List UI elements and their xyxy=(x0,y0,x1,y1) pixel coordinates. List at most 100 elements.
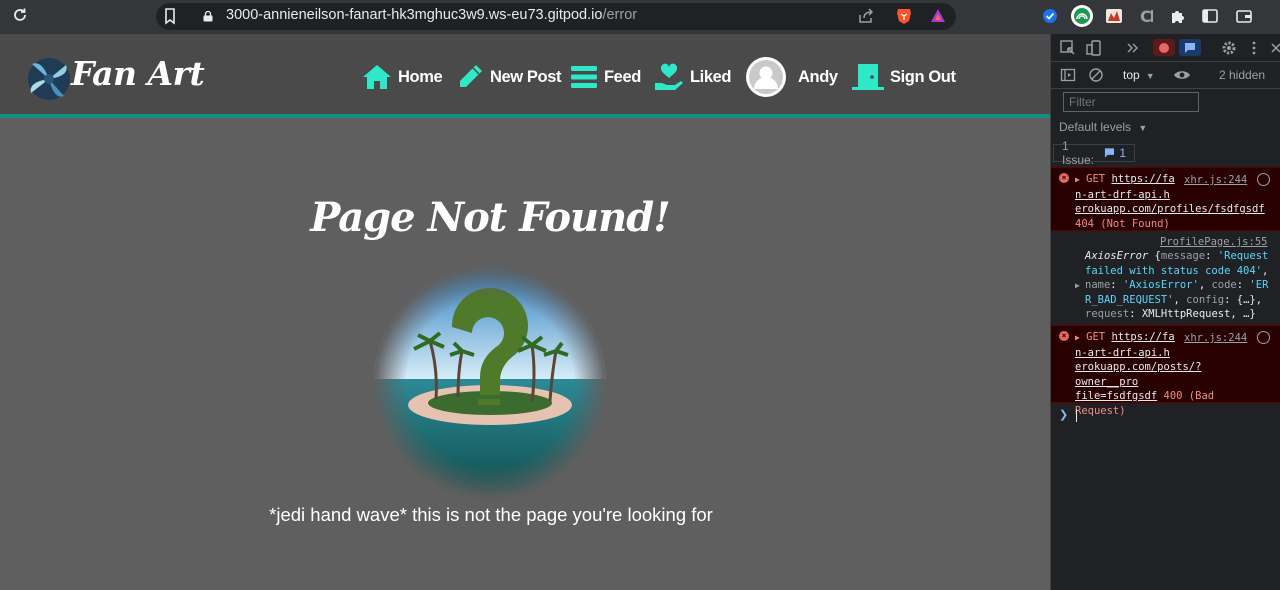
url-path: /error xyxy=(602,7,638,23)
filter-input[interactable] xyxy=(1063,92,1199,112)
clock-icon[interactable] xyxy=(1257,173,1270,186)
clock-icon[interactable] xyxy=(1257,331,1270,344)
dropdown-arrow-icon: ▼ xyxy=(1145,71,1155,81)
source-link[interactable]: ProfilePage.js:55 xyxy=(1160,235,1267,250)
pen-icon xyxy=(460,65,482,87)
not-found-message: *jedi hand wave* this is not the page yo… xyxy=(269,504,713,525)
console-error-message[interactable]: × ▶ GET https://fa n-art-drf-api.h eroku… xyxy=(1051,325,1280,417)
puzzle-icon[interactable] xyxy=(1168,6,1188,26)
error-icon xyxy=(1159,42,1169,53)
nav-feed[interactable]: Feed xyxy=(570,62,641,92)
url-text[interactable]: 3000-annieneilson-fanart-hk3mghuc3w9.ws-… xyxy=(226,7,637,23)
object-value: 'Request xyxy=(1217,250,1269,262)
source-link[interactable]: xhr.js:244 xyxy=(1184,331,1247,346)
object-value: R_BAD_REQUEST' xyxy=(1085,293,1174,306)
console-log-message[interactable]: ProfilePage.js:55 AxiosError {message: '… xyxy=(1051,233,1280,325)
nav-new-post[interactable]: New Post xyxy=(456,62,561,92)
nav-sign-out-label: Sign Out xyxy=(890,67,956,86)
extension-code-icon[interactable]: C xyxy=(1138,6,1158,26)
device-toolbar-icon[interactable] xyxy=(1085,39,1103,57)
inspect-icon[interactable] xyxy=(1059,39,1077,57)
brave-shield-icon[interactable] xyxy=(894,6,914,26)
not-found-image xyxy=(374,267,606,499)
navbar: Fan Art Home New Post Feed Liked Andy Si… xyxy=(0,34,1050,118)
request-url-2[interactable]: n-art-drf-api.h xyxy=(1075,347,1170,359)
devtools-panel: top ▼ 2 hidden Default levels ▼ 1 Issue:… xyxy=(1050,34,1280,590)
request-url-1[interactable]: https://fa xyxy=(1111,173,1174,185)
logo-icon[interactable] xyxy=(26,56,72,102)
extension-fox-icon[interactable] xyxy=(1104,6,1124,26)
message-icon xyxy=(1185,42,1195,53)
console-prompt[interactable]: ❯ xyxy=(1059,408,1078,422)
extension-rss-icon[interactable] xyxy=(1070,4,1094,28)
object-key: config xyxy=(1186,293,1225,306)
http-status: 400 (Bad xyxy=(1163,390,1215,402)
webpage: Fan Art Home New Post Feed Liked Andy Si… xyxy=(0,34,1050,590)
nav-home-label: Home xyxy=(398,67,443,86)
clear-console-icon[interactable] xyxy=(1087,66,1105,84)
context-label: top xyxy=(1123,68,1140,82)
object-value: {…}, xyxy=(1236,293,1263,306)
log-levels-label: Default levels xyxy=(1059,120,1132,134)
object-key: code xyxy=(1211,279,1237,291)
object-value: 'ER xyxy=(1249,279,1269,291)
request-url-3[interactable]: erokuapp.com/profiles/fsdfgsdf xyxy=(1075,203,1265,215)
console-error-message[interactable]: × ▶ GET https://fa n-art-drf-api.h eroku… xyxy=(1051,167,1280,231)
extension-check-icon[interactable] xyxy=(1040,6,1060,26)
nav-liked[interactable]: Liked xyxy=(654,62,732,92)
reload-icon[interactable] xyxy=(10,7,30,27)
object-value: 'AxiosError' xyxy=(1122,279,1199,291)
http-status-cont: Request) xyxy=(1075,404,1126,417)
user-icon xyxy=(749,60,783,94)
sidebar-icon[interactable] xyxy=(1200,6,1220,26)
object-value: XMLHttpRequest, …} xyxy=(1141,308,1256,320)
text-caret xyxy=(1076,408,1078,422)
nav-sign-out[interactable]: Sign Out xyxy=(852,62,956,92)
wallet-icon[interactable] xyxy=(1234,6,1254,26)
brand-name[interactable]: Fan Art xyxy=(71,54,205,93)
bookmark-icon[interactable] xyxy=(160,6,180,26)
source-link[interactable]: xhr.js:244 xyxy=(1184,173,1247,188)
home-icon xyxy=(363,65,391,89)
expand-arrow-icon[interactable]: ▶ xyxy=(1075,279,1080,294)
lock-icon[interactable] xyxy=(203,9,213,22)
object-class: AxiosError xyxy=(1085,250,1149,262)
object-key: name xyxy=(1085,279,1111,291)
object-value: failed with status code 404' xyxy=(1085,264,1263,277)
door-icon xyxy=(852,64,884,90)
list-icon xyxy=(571,66,597,88)
page-title: Page Not Found! xyxy=(310,194,671,241)
request-url-1[interactable]: https://fa xyxy=(1111,331,1174,343)
error-count-badge[interactable] xyxy=(1153,39,1175,56)
nav-liked-label: Liked xyxy=(690,67,732,86)
more-tabs-icon[interactable] xyxy=(1123,39,1141,57)
http-method: GET xyxy=(1086,173,1106,185)
http-method: GET xyxy=(1086,331,1106,343)
avatar xyxy=(746,57,786,97)
hidden-count: 2 hidden xyxy=(1219,68,1266,82)
issues-label: 1 Issue: xyxy=(1062,139,1095,167)
request-url-3[interactable]: erokuapp.com/posts/?owner__pro xyxy=(1075,361,1201,388)
issues-count-badge[interactable] xyxy=(1179,39,1201,56)
context-selector[interactable]: top ▼ xyxy=(1123,68,1155,84)
share-icon[interactable] xyxy=(856,6,876,26)
object-key: request xyxy=(1085,308,1130,320)
brave-rewards-icon[interactable] xyxy=(928,6,948,26)
kebab-menu-icon[interactable] xyxy=(1245,39,1263,57)
request-url-2[interactable]: n-art-drf-api.h xyxy=(1075,189,1170,201)
issues-button[interactable]: 1 Issue: 1 xyxy=(1053,139,1135,167)
nav-home[interactable]: Home xyxy=(362,62,443,92)
log-levels-dropdown[interactable]: Default levels ▼ xyxy=(1059,120,1147,134)
console-sidebar-icon[interactable] xyxy=(1059,66,1077,84)
request-url-4[interactable]: file=fsdfgsdf xyxy=(1075,390,1157,402)
nav-profile[interactable]: Andy xyxy=(746,57,838,97)
url-host: 3000-annieneilson-fanart-hk3mghuc3w9.ws-… xyxy=(226,7,603,23)
expand-arrow-icon: ▶ xyxy=(1075,333,1080,342)
nav-profile-label: Andy xyxy=(798,67,838,86)
eye-icon[interactable] xyxy=(1173,66,1191,84)
message-body: AxiosError {message: 'Request failed wit… xyxy=(1085,250,1269,320)
error-x-icon: × xyxy=(1059,331,1069,341)
close-icon[interactable] xyxy=(1267,39,1280,57)
object-key: message xyxy=(1160,250,1206,262)
settings-gear-icon[interactable] xyxy=(1220,39,1238,57)
